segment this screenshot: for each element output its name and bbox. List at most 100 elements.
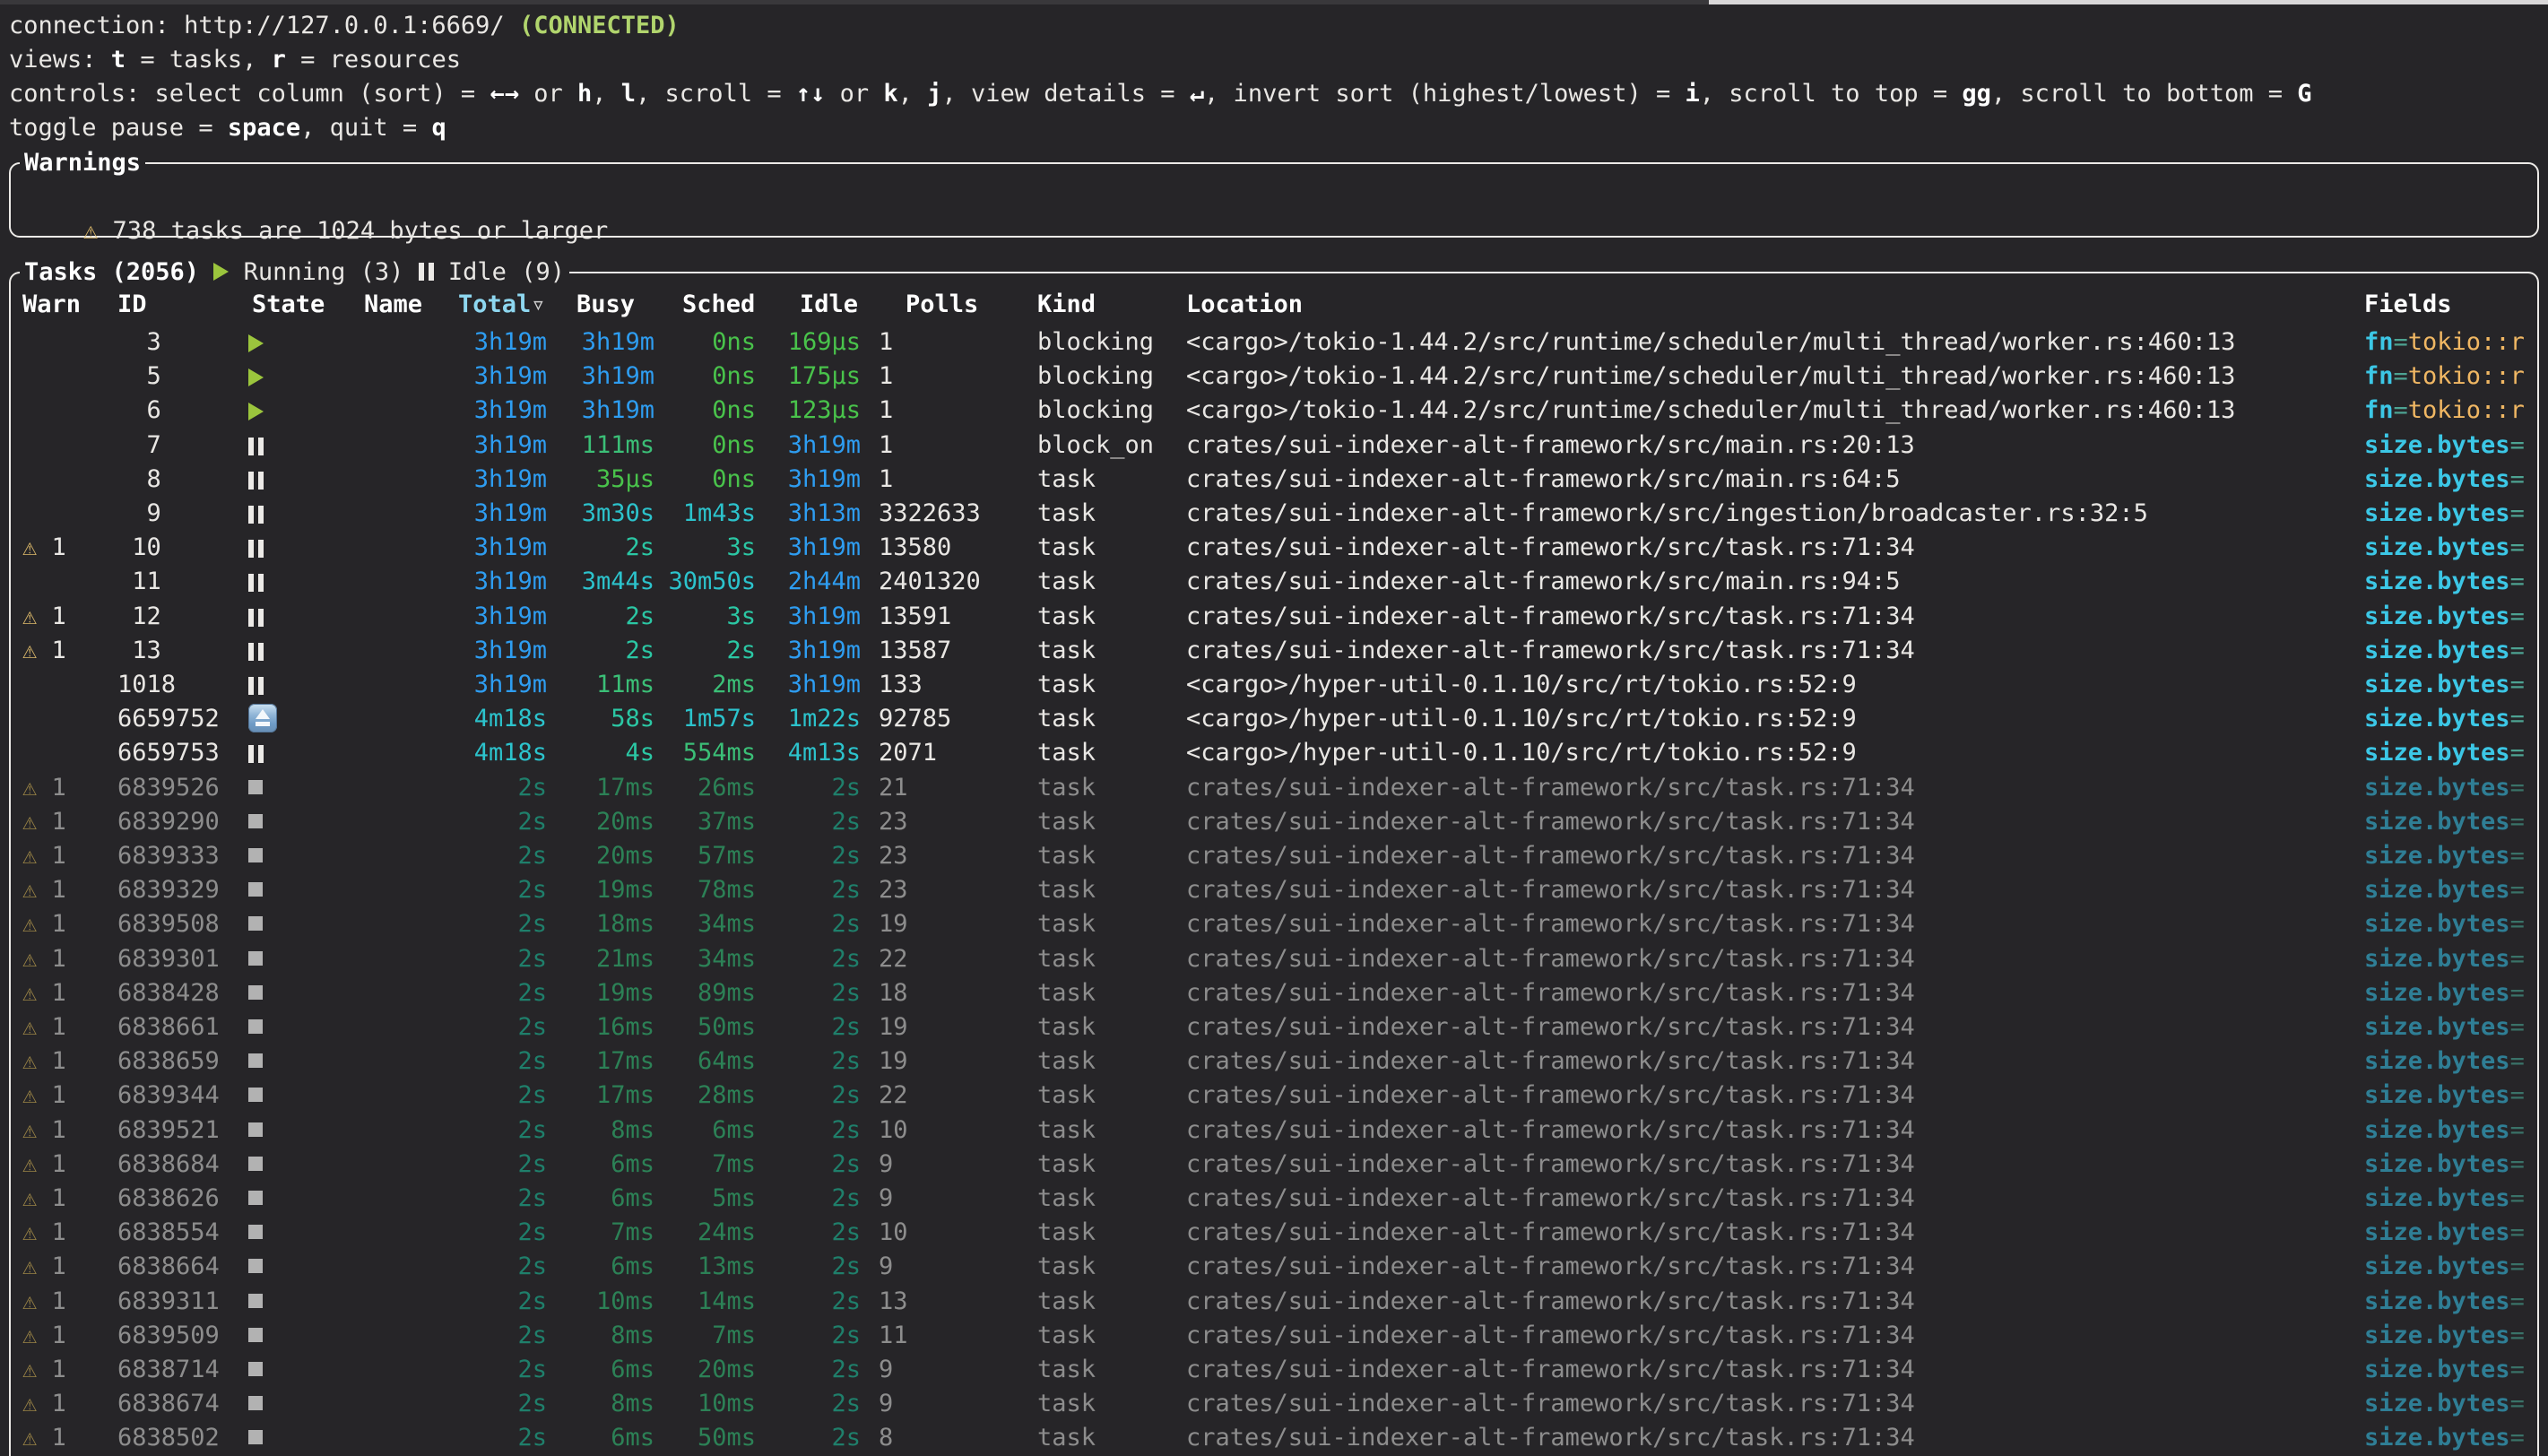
- task-row[interactable]: 10183h19m11ms2ms3h19m133task<cargo>/hype…: [11, 668, 2537, 702]
- done-icon: [248, 1122, 263, 1137]
- warning-count: 1: [37, 1287, 66, 1315]
- cell-sched: 28ms: [658, 1079, 756, 1113]
- task-row[interactable]: ⚠ 168395092s8ms7ms2s11taskcrates/sui-ind…: [11, 1319, 2537, 1353]
- task-row[interactable]: 33h19m3h19m0ns169µs1blocking<cargo>/toki…: [11, 325, 2537, 360]
- task-row[interactable]: ⚠ 168395212s8ms6ms2s10taskcrates/sui-ind…: [11, 1114, 2537, 1148]
- field-equals: =: [2510, 499, 2525, 527]
- cell-id: 6839526: [117, 771, 168, 805]
- task-row[interactable]: 93h19m3m30s1m43s3h13m3322633taskcrates/s…: [11, 497, 2537, 531]
- cell-sched: 13ms: [658, 1250, 756, 1284]
- cell-total: 2s: [355, 805, 547, 839]
- cell-sched: 50ms: [658, 1421, 756, 1455]
- cell-location: <cargo>/hyper-util-0.1.10/src/rt/tokio.r…: [1186, 702, 2357, 736]
- task-row[interactable]: ⚠ 168386742s8ms10ms2s9taskcrates/sui-ind…: [11, 1387, 2537, 1421]
- field-key: size.bytes: [2364, 774, 2510, 802]
- task-row[interactable]: 66597534m18s4s554ms4m13s2071task<cargo>/…: [11, 736, 2537, 770]
- column-header-id[interactable]: ID: [117, 288, 147, 322]
- cell-state: [248, 1353, 288, 1387]
- cell-kind: task: [1037, 634, 1181, 668]
- cell-location: crates/sui-indexer-alt-framework/src/tas…: [1186, 907, 2357, 941]
- task-row[interactable]: ⚠ 168385542s7ms24ms2s10taskcrates/sui-in…: [11, 1216, 2537, 1250]
- cell-idle: 2s: [759, 1182, 861, 1216]
- task-row[interactable]: ⚠ 168395262s17ms26ms2s21taskcrates/sui-i…: [11, 771, 2537, 805]
- task-row[interactable]: ⚠ 168385022s6ms50ms2s8taskcrates/sui-ind…: [11, 1421, 2537, 1455]
- column-header-kind[interactable]: Kind: [1037, 288, 1096, 322]
- column-header-idle[interactable]: Idle: [800, 288, 858, 322]
- cell-fields: size.bytes=: [2364, 1421, 2535, 1455]
- cell-warn: ⚠ 1: [22, 805, 112, 839]
- text-segment: l: [621, 80, 636, 108]
- task-row[interactable]: ⚠ 168386612s16ms50ms2s19taskcrates/sui-i…: [11, 1010, 2537, 1044]
- cell-location: <cargo>/hyper-util-0.1.10/src/rt/tokio.r…: [1186, 736, 2357, 770]
- done-icon: [248, 1157, 263, 1171]
- task-row[interactable]: ⚠ 168392902s20ms37ms2s23taskcrates/sui-i…: [11, 805, 2537, 839]
- idle-icon: [248, 540, 254, 558]
- cell-state: [248, 497, 288, 531]
- column-header-polls[interactable]: Polls: [906, 288, 978, 322]
- cell-kind: blocking: [1037, 325, 1181, 360]
- task-row[interactable]: ⚠ 1 133h19m2s2s3h19m13587taskcrates/sui-…: [11, 634, 2537, 668]
- status-line-views: views: t = tasks, r = resources: [9, 43, 2548, 77]
- task-row[interactable]: 113h19m3m44s30m50s2h44m2401320taskcrates…: [11, 565, 2537, 599]
- cell-location: crates/sui-indexer-alt-framework/src/tas…: [1186, 839, 2357, 873]
- cell-kind: task: [1037, 1285, 1181, 1319]
- task-row[interactable]: ⚠ 168395082s18ms34ms2s19taskcrates/sui-i…: [11, 907, 2537, 941]
- column-header-fields[interactable]: Fields: [2364, 288, 2452, 322]
- warning-triangle-icon: ⚠: [83, 217, 98, 245]
- task-row[interactable]: ⚠ 168386262s6ms5ms2s9taskcrates/sui-inde…: [11, 1182, 2537, 1216]
- cell-busy: 35µs: [550, 463, 654, 497]
- warning-triangle-icon: ⚠: [22, 1116, 37, 1144]
- column-header-location[interactable]: Location: [1186, 288, 1303, 322]
- warning-count: 1: [37, 842, 66, 870]
- cell-id: 9: [117, 497, 168, 531]
- cell-busy: 17ms: [550, 1044, 654, 1079]
- task-row[interactable]: ⚠ 168386592s17ms64ms2s19taskcrates/sui-i…: [11, 1044, 2537, 1079]
- column-header-state[interactable]: State: [252, 288, 325, 322]
- warning-triangle-icon: ⚠: [22, 774, 37, 802]
- task-row[interactable]: ⚠ 168386842s6ms7ms2s9taskcrates/sui-inde…: [11, 1148, 2537, 1182]
- cell-busy: 21ms: [550, 942, 654, 976]
- column-header-name[interactable]: Name: [364, 288, 422, 322]
- cell-busy: 10ms: [550, 1285, 654, 1319]
- cell-total: 2s: [355, 1114, 547, 1148]
- task-row[interactable]: ⚠ 168393112s10ms14ms2s13taskcrates/sui-i…: [11, 1285, 2537, 1319]
- task-row[interactable]: 66597524m18s58s1m57s1m22s92785task<cargo…: [11, 702, 2537, 736]
- column-header-warn[interactable]: Warn: [22, 288, 81, 322]
- task-row[interactable]: 83h19m35µs0ns3h19m1taskcrates/sui-indexe…: [11, 463, 2537, 497]
- warning-triangle-icon: ⚠: [22, 876, 37, 904]
- column-header-busy[interactable]: Busy: [576, 288, 635, 322]
- column-header-total[interactable]: Total▿: [458, 288, 546, 322]
- task-row[interactable]: ⚠ 1 103h19m2s3s3h19m13580taskcrates/sui-…: [11, 531, 2537, 565]
- cell-state: [248, 394, 288, 428]
- warning-count: 1: [37, 774, 66, 802]
- cell-location: crates/sui-indexer-alt-framework/src/tas…: [1186, 1285, 2357, 1319]
- task-row[interactable]: 63h19m3h19m0ns123µs1blocking<cargo>/toki…: [11, 394, 2537, 428]
- cell-idle: 4m13s: [759, 736, 861, 770]
- task-row[interactable]: ⚠ 168387142s6ms20ms2s9taskcrates/sui-ind…: [11, 1353, 2537, 1387]
- task-row[interactable]: ⚠ 168393442s17ms28ms2s22taskcrates/sui-i…: [11, 1079, 2537, 1113]
- task-row[interactable]: ⚠ 1 123h19m2s3s3h19m13591taskcrates/sui-…: [11, 600, 2537, 634]
- text-segment: views:: [9, 46, 111, 74]
- cell-total: 3h19m: [355, 600, 547, 634]
- warning-count: 1: [37, 1116, 66, 1144]
- task-row[interactable]: ⚠ 168393332s20ms57ms2s23taskcrates/sui-i…: [11, 839, 2537, 873]
- cell-busy: 20ms: [550, 805, 654, 839]
- cell-kind: task: [1037, 463, 1181, 497]
- cell-state: [248, 325, 288, 360]
- cell-id: 6839301: [117, 942, 168, 976]
- cell-polls: 18: [879, 976, 1031, 1010]
- task-row[interactable]: ⚠ 168393292s19ms78ms2s23taskcrates/sui-i…: [11, 873, 2537, 907]
- cell-busy: 17ms: [550, 1079, 654, 1113]
- text-segment: , quit =: [300, 114, 431, 142]
- cell-id: 6839333: [117, 839, 168, 873]
- task-row[interactable]: ⚠ 168386642s6ms13ms2s9taskcrates/sui-ind…: [11, 1250, 2537, 1284]
- task-row[interactable]: ⚠ 168393012s21ms34ms2s22taskcrates/sui-i…: [11, 942, 2537, 976]
- task-row[interactable]: 53h19m3h19m0ns175µs1blocking<cargo>/toki…: [11, 360, 2537, 394]
- task-row[interactable]: ⚠ 168384282s19ms89ms2s18taskcrates/sui-i…: [11, 976, 2537, 1010]
- cell-total: 2s: [355, 1353, 547, 1387]
- column-header-sched[interactable]: Sched: [682, 288, 755, 322]
- cell-location: <cargo>/tokio-1.44.2/src/runtime/schedul…: [1186, 394, 2357, 428]
- warning-count: 1: [37, 979, 66, 1007]
- task-row[interactable]: 73h19m111ms0ns3h19m1block_oncrates/sui-i…: [11, 429, 2537, 463]
- text-segment: space: [228, 114, 300, 142]
